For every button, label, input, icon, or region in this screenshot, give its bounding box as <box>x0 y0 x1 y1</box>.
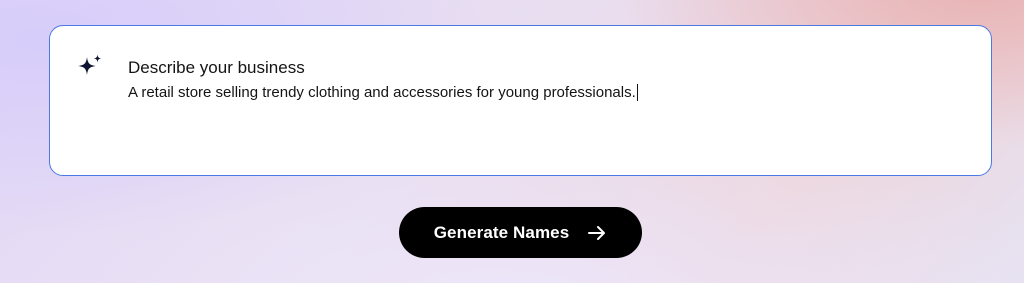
generate-names-label: Generate Names <box>433 222 570 242</box>
business-description-card[interactable]: Describe your business A retail store se… <box>49 25 992 176</box>
generate-names-button[interactable]: Generate Names <box>399 207 642 258</box>
business-description-text: A retail store selling trendy clothing a… <box>128 84 636 101</box>
business-description-input[interactable]: A retail store selling trendy clothing a… <box>128 84 638 101</box>
field-label: Describe your business <box>128 58 305 77</box>
sparkle-icon <box>76 53 104 81</box>
text-caret <box>636 84 638 101</box>
arrow-right-icon <box>587 223 607 243</box>
